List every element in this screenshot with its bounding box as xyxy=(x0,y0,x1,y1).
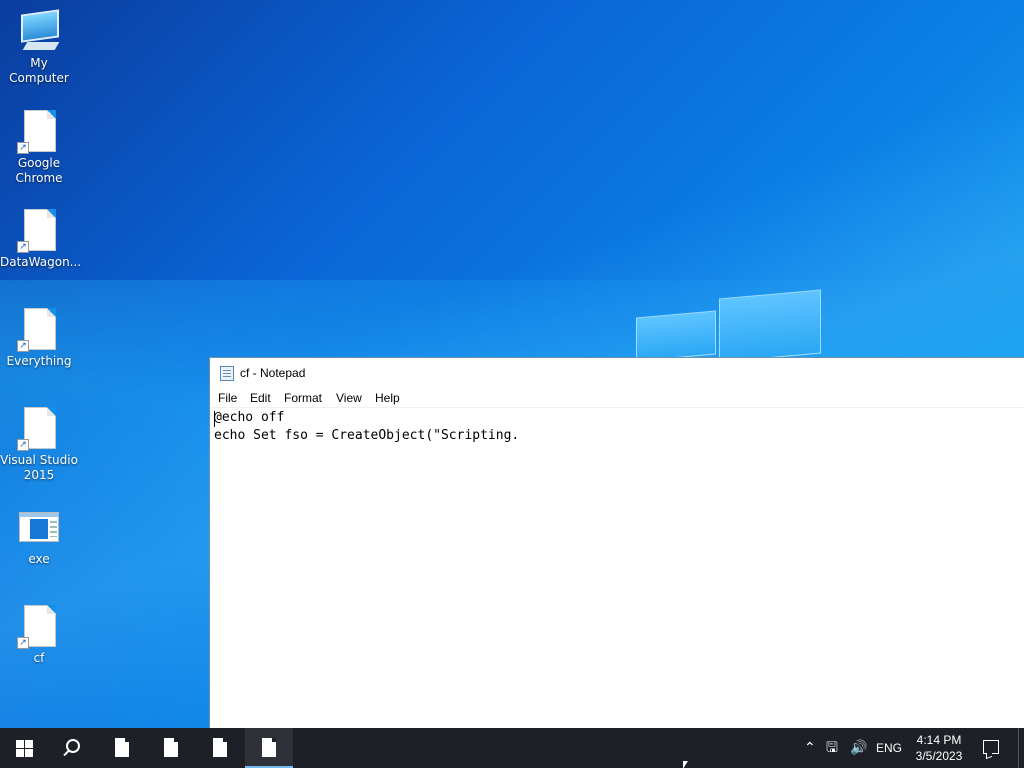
menu-help[interactable]: Help xyxy=(375,391,400,405)
menu-bar: File Edit Format View Help xyxy=(210,388,1024,408)
computer-icon xyxy=(17,9,61,54)
show-desktop-button[interactable] xyxy=(1018,728,1019,768)
desktop-icon-label: exe xyxy=(28,552,50,566)
desktop-icon-my-computer[interactable]: My Computer xyxy=(0,9,78,86)
desktop-icon-label: Visual Studio 2015 xyxy=(0,453,78,482)
notepad-window[interactable]: cf - Notepad File Edit Format View Help … xyxy=(209,357,1024,728)
taskbar-app-2[interactable] xyxy=(147,728,195,768)
start-button[interactable] xyxy=(0,728,48,768)
desktop-icon-label: DataWagon... xyxy=(0,255,82,269)
network-icon[interactable]: 🖫 xyxy=(826,740,838,756)
desktop-icon-label: My Computer xyxy=(9,56,69,85)
notepad-titlebar[interactable]: cf - Notepad xyxy=(210,358,1024,388)
document-icon xyxy=(164,738,178,757)
menu-view[interactable]: View xyxy=(336,391,362,405)
search-icon xyxy=(66,739,80,753)
document-shortcut-icon: ↗ xyxy=(17,209,61,253)
notification-icon[interactable] xyxy=(983,740,999,754)
clock[interactable]: 4:14 PM 3/5/2023 xyxy=(908,732,970,764)
desktop-icon-visual-studio[interactable]: ↗ Visual Studio 2015 xyxy=(0,407,78,483)
mouse-cursor xyxy=(683,761,688,768)
volume-icon[interactable]: 🔊 xyxy=(850,740,867,756)
document-shortcut-icon: ↗ xyxy=(17,605,61,649)
taskbar: ⌃ 🖫 🔊 ENG 4:14 PM 3/5/2023 xyxy=(0,728,1024,768)
menu-edit[interactable]: Edit xyxy=(250,391,271,405)
desktop-icon-google-chrome[interactable]: ↗ Google Chrome xyxy=(0,110,78,186)
document-icon xyxy=(213,738,227,757)
document-shortcut-icon: ↗ xyxy=(17,110,61,154)
desktop-icon-label: cf xyxy=(33,651,45,665)
document-shortcut-icon: ↗ xyxy=(17,308,61,352)
menu-format[interactable]: Format xyxy=(284,391,322,405)
taskbar-app-notepad[interactable] xyxy=(245,728,293,768)
desktop-icon-datawagon[interactable]: ↗ DataWagon... xyxy=(0,209,82,270)
desktop-icon-exe[interactable]: exe xyxy=(0,506,78,567)
language-indicator[interactable]: ENG xyxy=(876,741,902,755)
text-caret xyxy=(214,411,215,427)
clock-time: 4:14 PM xyxy=(916,733,962,747)
desktop-icon-everything[interactable]: ↗ Everything xyxy=(0,308,78,369)
desktop-icon-label: Google Chrome xyxy=(15,156,63,185)
window-title: cf - Notepad xyxy=(240,366,306,380)
document-shortcut-icon: ↗ xyxy=(17,407,61,451)
clock-date: 3/5/2023 xyxy=(915,749,963,763)
taskbar-app-1[interactable] xyxy=(98,728,146,768)
taskbar-app-3[interactable] xyxy=(196,728,244,768)
search-button[interactable] xyxy=(48,728,96,768)
text-editor[interactable]: @echo off echo Set fso = CreateObject("S… xyxy=(214,409,1024,728)
exe-window-icon xyxy=(17,506,61,550)
document-icon xyxy=(115,738,129,757)
document-icon xyxy=(262,738,276,757)
menu-file[interactable]: File xyxy=(218,391,237,405)
wallpaper-windows-logo xyxy=(636,288,824,363)
chevron-up-icon[interactable]: ⌃ xyxy=(804,740,816,756)
notepad-icon xyxy=(220,366,234,381)
desktop-icon-label: Everything xyxy=(6,354,72,368)
windows-start-icon xyxy=(16,740,33,757)
desktop-icon-cf[interactable]: ↗ cf xyxy=(0,605,78,666)
